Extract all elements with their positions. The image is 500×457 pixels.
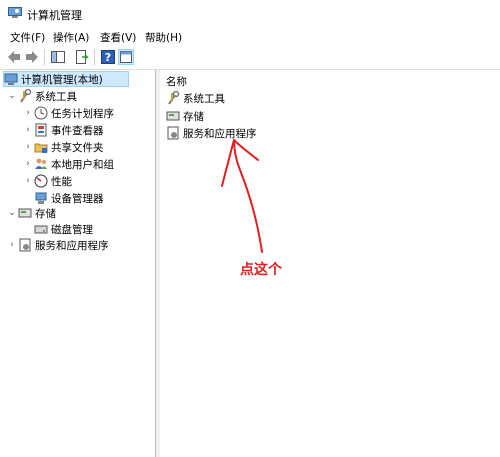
annotation-arrow bbox=[221, 139, 263, 253]
annotation-text: 点这个 bbox=[240, 262, 282, 278]
